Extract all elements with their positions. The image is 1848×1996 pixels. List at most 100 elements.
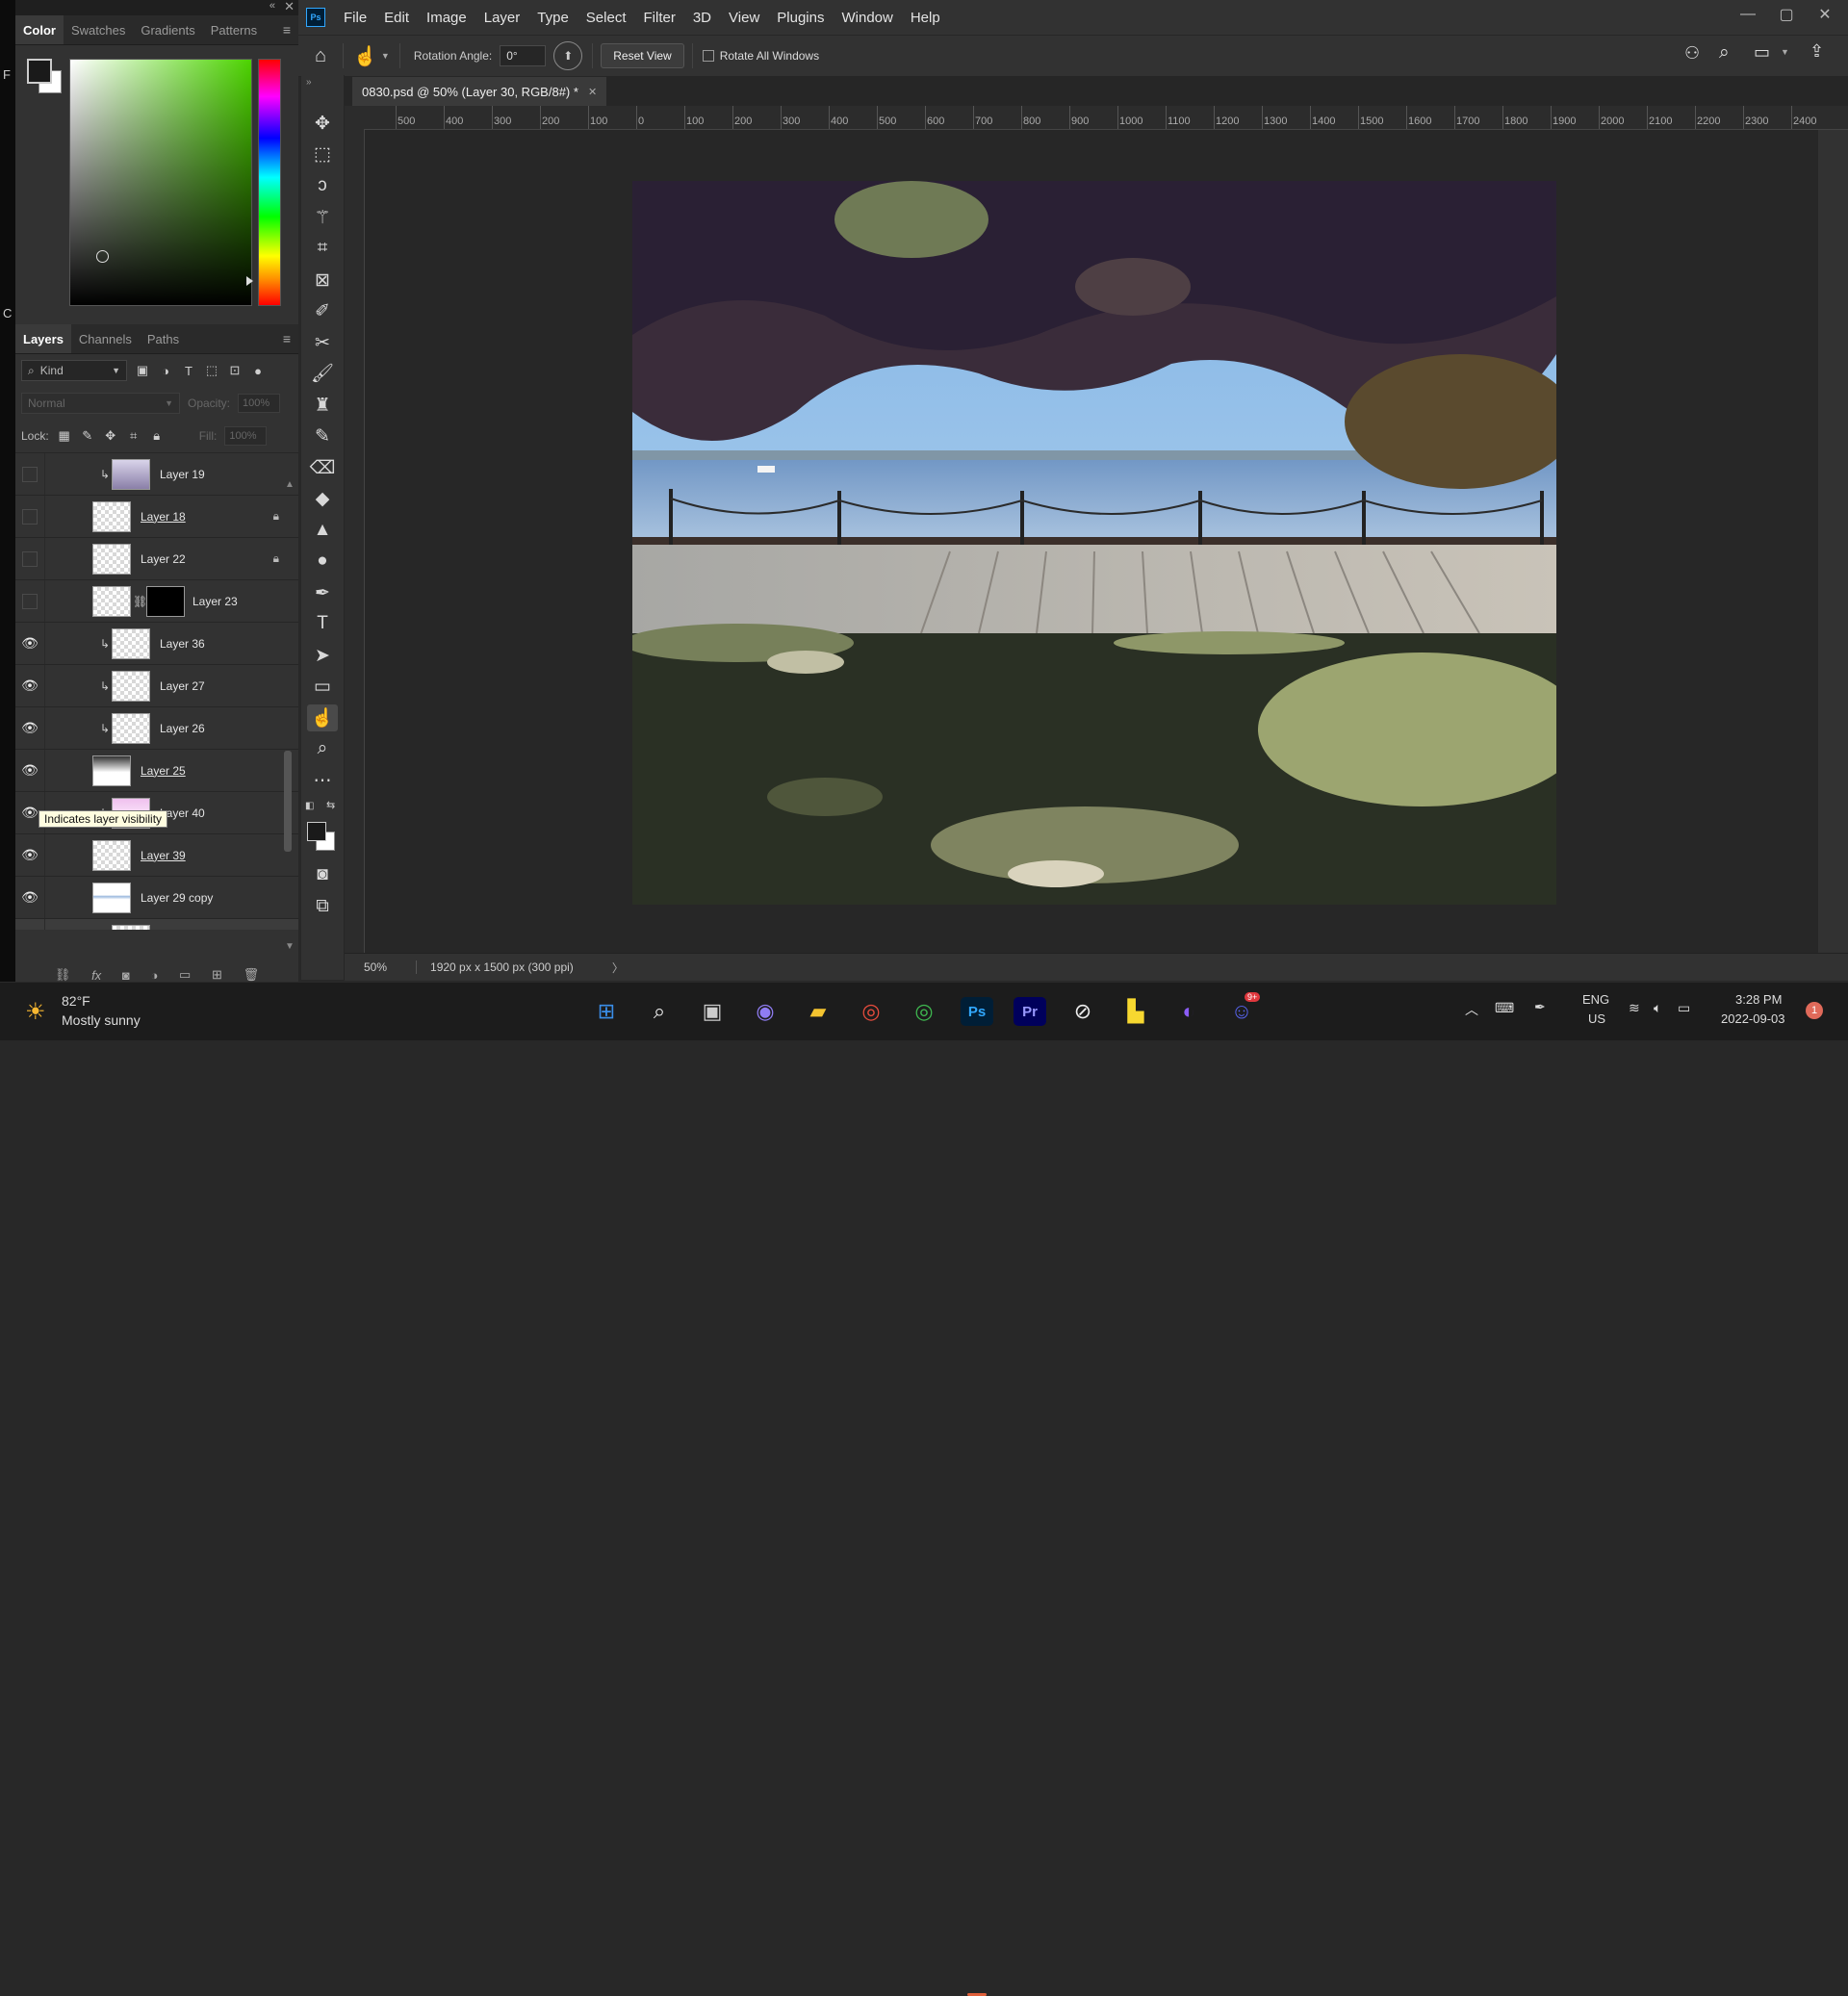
- opacity-field[interactable]: 100%: [238, 394, 281, 413]
- menu-filter[interactable]: Filter: [635, 10, 684, 26]
- visibility-toggle[interactable]: [15, 496, 45, 537]
- pen-icon[interactable]: ✒: [1534, 999, 1546, 1015]
- double-chevron-left-icon[interactable]: «: [270, 0, 275, 12]
- photoshop-taskbar-icon[interactable]: Ps: [961, 997, 993, 1026]
- blur-tool-icon[interactable]: ▲: [307, 517, 338, 544]
- layer-row[interactable]: 👁︎ Layer 29 copy: [15, 877, 298, 919]
- task-view-icon[interactable]: ▣: [696, 997, 729, 1026]
- screen-mode-icon[interactable]: ⧉: [307, 893, 338, 920]
- search-icon[interactable]: ⌕: [643, 997, 676, 1026]
- file-explorer-icon[interactable]: ▰: [802, 997, 834, 1026]
- teams-chat-icon[interactable]: ◉: [749, 997, 782, 1026]
- zoom-level[interactable]: 50%: [364, 960, 387, 974]
- path-selection-tool-icon[interactable]: ➤: [307, 642, 338, 669]
- marquee-tool-icon[interactable]: ⬚: [307, 141, 338, 167]
- rotate-view-tool-icon[interactable]: ☝: [307, 704, 338, 731]
- type-tool-icon[interactable]: T: [307, 610, 338, 637]
- link-layers-icon[interactable]: ⛓: [55, 967, 71, 983]
- home-icon[interactable]: ⌂: [298, 45, 343, 67]
- layer-name[interactable]: Layer 23: [192, 595, 238, 608]
- visibility-toggle[interactable]: [15, 538, 45, 579]
- weather-temp[interactable]: 82°F: [62, 993, 90, 1009]
- visibility-toggle[interactable]: [15, 453, 45, 495]
- visibility-toggle[interactable]: 👁︎: [15, 877, 45, 918]
- chrome-icon[interactable]: ◎: [855, 997, 887, 1026]
- layer-name[interactable]: Layer 18: [141, 510, 186, 524]
- add-mask-icon[interactable]: ◙: [122, 968, 130, 983]
- foreground-color-swatch[interactable]: [27, 59, 52, 84]
- tab-patterns[interactable]: Patterns: [203, 15, 265, 44]
- window-close-icon[interactable]: ✕: [1806, 0, 1844, 29]
- premiere-pro-icon[interactable]: Pr: [1014, 997, 1046, 1026]
- menu-select[interactable]: Select: [578, 10, 635, 26]
- tab-color[interactable]: Color: [15, 15, 64, 44]
- saturation-brightness-field[interactable]: [69, 59, 252, 306]
- filter-adjustment-icon[interactable]: ◑: [158, 363, 173, 378]
- swap-colors-icon[interactable]: ⇆: [326, 799, 335, 811]
- menu-edit[interactable]: Edit: [375, 10, 418, 26]
- battery-icon[interactable]: ▭: [1678, 1000, 1690, 1016]
- dodge-tool-icon[interactable]: ●: [307, 548, 338, 575]
- paint-bucket-tool-icon[interactable]: ◆: [307, 485, 338, 512]
- volume-icon[interactable]: 🔈︎: [1654, 1000, 1661, 1016]
- chevron-up-icon[interactable]: ︿: [1465, 1000, 1478, 1019]
- layer-row[interactable]: ⛓ Layer 23: [15, 580, 298, 623]
- layer-name[interactable]: Layer 36: [160, 637, 205, 651]
- expand-tools-icon[interactable]: »: [306, 77, 312, 88]
- maximize-icon[interactable]: ▢: [1767, 0, 1806, 29]
- eraser-tool-icon[interactable]: ⌫: [307, 454, 338, 481]
- filter-pixel-icon[interactable]: ▣: [135, 363, 150, 378]
- new-group-folder-icon[interactable]: ▭: [179, 967, 191, 983]
- clock-time[interactable]: 3:28 PM: [1735, 992, 1782, 1007]
- chrome-profile-icon[interactable]: ◎: [908, 997, 940, 1026]
- hue-slider-marker[interactable]: [246, 276, 253, 286]
- chevron-down-icon[interactable]: ▼: [381, 51, 390, 61]
- chevron-right-icon[interactable]: 〉: [612, 960, 624, 976]
- discover-icon[interactable]: ⚇: [1684, 43, 1700, 64]
- layer-name[interactable]: Layer 25: [141, 764, 186, 778]
- menu-view[interactable]: View: [720, 10, 768, 26]
- clip-studio-icon[interactable]: ⊘: [1066, 997, 1099, 1026]
- canvas-artwork[interactable]: [632, 181, 1556, 905]
- hue-slider[interactable]: [258, 59, 281, 306]
- visibility-toggle[interactable]: [15, 580, 45, 622]
- layer-name[interactable]: Layer 22: [141, 552, 186, 566]
- layer-name[interactable]: Layer 39: [141, 849, 186, 862]
- fill-field[interactable]: 100%: [224, 426, 268, 446]
- magic-wand-tool-icon[interactable]: ⚚: [307, 204, 338, 231]
- layer-row[interactable]: 👁︎ ↳ Layer 36: [15, 623, 298, 665]
- share-icon[interactable]: ⇪: [1810, 41, 1824, 62]
- filter-toggle-icon[interactable]: ●: [250, 363, 266, 378]
- tab-paths[interactable]: Paths: [140, 324, 187, 353]
- new-layer-icon[interactable]: ⊞: [212, 967, 222, 983]
- canvas-vertical-scrollbar[interactable]: [1818, 130, 1848, 953]
- rotate-view-tool-icon[interactable]: ☝: [353, 44, 377, 68]
- chevron-down-icon[interactable]: ▼: [1781, 47, 1789, 57]
- language-bottom[interactable]: US: [1588, 1011, 1605, 1026]
- layer-name[interactable]: Layer 29 copy: [141, 891, 213, 905]
- menu-layer[interactable]: Layer: [475, 10, 529, 26]
- notification-badge[interactable]: 1: [1806, 1002, 1823, 1019]
- menu-image[interactable]: Image: [418, 10, 475, 26]
- github-desktop-icon[interactable]: ◐: [1172, 997, 1205, 1026]
- close-icon[interactable]: ✕: [284, 0, 295, 14]
- visibility-toggle[interactable]: [15, 919, 45, 930]
- document-tab[interactable]: 0830.psd @ 50% (Layer 30, RGB/8#) * ✕: [352, 77, 607, 106]
- layer-row[interactable]: 👁︎ Layer 39: [15, 834, 298, 877]
- scroll-down-icon[interactable]: ▼: [285, 941, 295, 952]
- rotate-all-windows-checkbox[interactable]: [702, 50, 714, 62]
- workspace-icon[interactable]: ▭: [1754, 42, 1770, 63]
- visibility-toggle[interactable]: 👁︎: [15, 707, 45, 749]
- menu-type[interactable]: Type: [528, 10, 578, 26]
- menu-window[interactable]: Window: [833, 10, 901, 26]
- filter-kind-select[interactable]: ⌕ Kind ▼: [21, 360, 127, 381]
- more-tools-icon[interactable]: ⋯: [307, 767, 338, 794]
- color-picker-circle[interactable]: [96, 250, 109, 263]
- keyboard-icon[interactable]: ⌨: [1495, 1000, 1514, 1016]
- filter-type-icon[interactable]: T: [181, 363, 196, 378]
- panel-menu-icon[interactable]: ≡: [275, 15, 298, 44]
- pen-tool-icon[interactable]: ✒: [307, 579, 338, 606]
- fx-icon[interactable]: fx: [91, 968, 101, 983]
- visibility-toggle[interactable]: 👁︎: [15, 665, 45, 706]
- trash-icon[interactable]: 🗑︎: [244, 967, 260, 983]
